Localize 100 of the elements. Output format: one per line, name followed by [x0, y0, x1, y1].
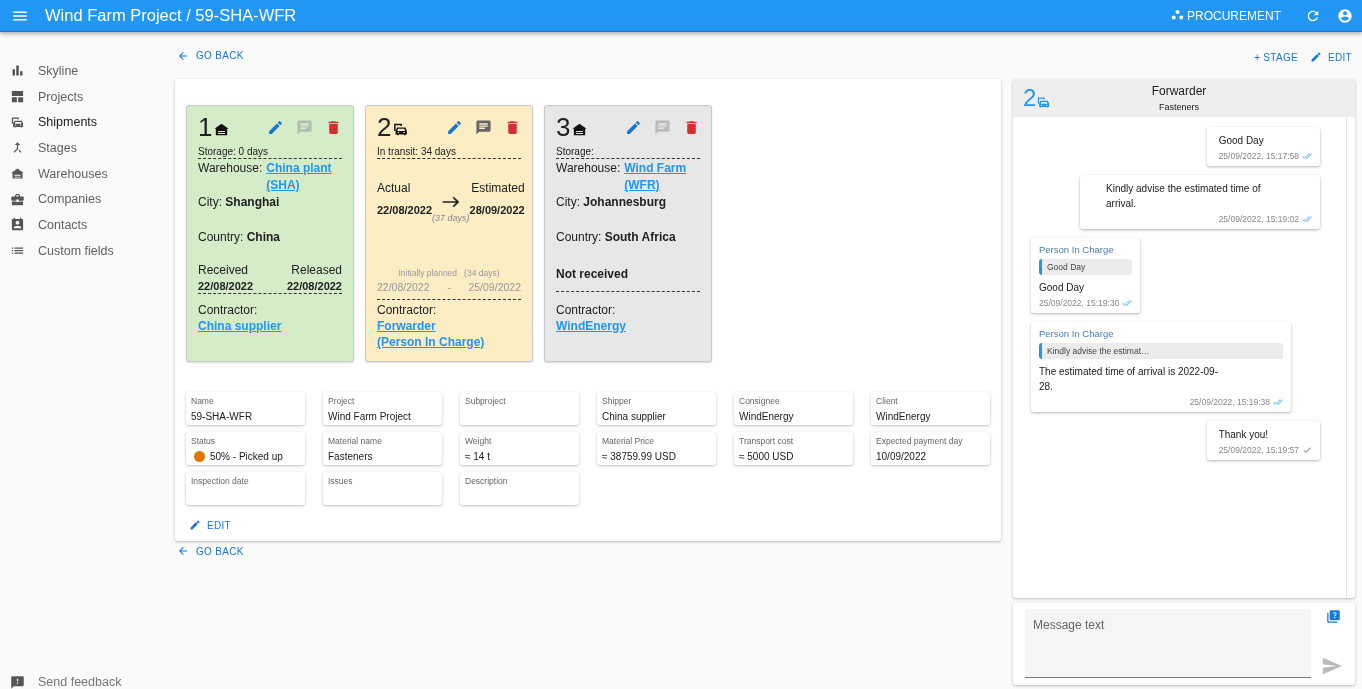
- message-time: 25/09/2022, 15:19:30: [1039, 298, 1120, 308]
- feedback-icon: [10, 674, 25, 689]
- field-value: 10/09/2022: [876, 451, 927, 462]
- contractor-link[interactable]: (Person In Charge): [377, 334, 521, 350]
- comment-icon: [296, 118, 313, 136]
- contractor-link[interactable]: Forwarder: [377, 318, 521, 334]
- sidebar-item[interactable]: Projects: [0, 83, 175, 110]
- contractor-link[interactable]: China supplier: [198, 318, 342, 334]
- edit-button[interactable]: EDIT: [186, 515, 234, 535]
- warehouse-link[interactable]: Wind Farm (WFR): [624, 160, 700, 194]
- estimated-date: 28/09/2022: [469, 204, 525, 216]
- go-back-link[interactable]: GO BACK: [177, 545, 244, 557]
- stage-detail: Country: China: [198, 229, 282, 246]
- field-label: Client: [876, 396, 899, 406]
- warehouse-label: Warehouse:: [556, 160, 621, 177]
- contractor-label: Contractor:: [198, 302, 259, 318]
- edit-button[interactable]: EDIT: [1307, 47, 1355, 67]
- double-check-icon: [1302, 214, 1312, 224]
- contractor-label: Contractor:: [377, 302, 438, 318]
- estimated-label: Estimated: [470, 181, 525, 195]
- stage-number: 1: [198, 114, 213, 140]
- quoted-message: Kindly advise the estimat…: [1039, 343, 1283, 359]
- contractor-link[interactable]: WindEnergy: [556, 318, 700, 334]
- stage-duration: Storage: 0 days: [198, 146, 342, 159]
- field-label: Subproject: [465, 396, 507, 406]
- actual-date: 22/08/2022: [377, 204, 433, 216]
- field-value: ≈ 5000 USD: [739, 451, 794, 462]
- field-label: Material Price: [602, 436, 655, 446]
- add-stage-button[interactable]: + STAGE: [1251, 47, 1301, 67]
- back-arrow-icon: [177, 545, 189, 557]
- sidebar-item[interactable]: Shipments: [0, 109, 175, 136]
- stage-duration: In transit: 34 days: [377, 146, 521, 159]
- sidebar-item[interactable]: Custom fields: [0, 237, 175, 264]
- house-icon: [10, 166, 25, 182]
- briefcase-icon: [10, 191, 25, 207]
- message-text: Good Day: [1218, 134, 1265, 148]
- message-time: 25/09/2022, 15:19:38: [1189, 397, 1270, 407]
- double-check-icon: [1122, 298, 1133, 308]
- field-label: Shipper: [602, 396, 633, 406]
- warehouse-label: Warehouse:: [198, 160, 263, 177]
- stage-duration: Storage:: [556, 146, 700, 159]
- sidebar-item[interactable]: Warehouses: [0, 160, 175, 187]
- help-icon: [1325, 609, 1341, 624]
- field-label: Material name: [328, 436, 383, 446]
- message-text: The estimated time of arrival is 2022-09-28.: [1039, 365, 1219, 394]
- sender-name: Person In Charge: [1039, 328, 1115, 339]
- pencil-icon: [1310, 51, 1322, 63]
- page-title: Wind Farm Project / 59-SHA-WFR: [45, 6, 297, 25]
- comments-button[interactable]: [475, 118, 492, 136]
- pencil-icon: [625, 118, 642, 136]
- received-label: Received: [198, 263, 250, 277]
- go-back-link[interactable]: GO BACK: [177, 49, 244, 62]
- planned-start-date: 22/08/2022: [377, 281, 430, 293]
- module-button[interactable]: PROCUREMENT: [1166, 4, 1285, 27]
- field-label: Weight: [465, 436, 493, 446]
- sender-name: Person In Charge: [1039, 244, 1115, 255]
- released-label: Released: [290, 263, 342, 277]
- field-value: 50% - Picked up: [210, 451, 283, 462]
- sidebar-item[interactable]: Contacts: [0, 212, 175, 238]
- bar-chart-icon: [10, 63, 25, 79]
- planned-label: Initially planned: [398, 268, 458, 278]
- comment-icon: [654, 118, 671, 136]
- double-check-icon: [1302, 151, 1312, 161]
- contact-card-icon: [10, 217, 25, 233]
- field-label: Status: [191, 436, 217, 446]
- sidebar-item[interactable]: Skyline: [0, 58, 175, 84]
- account-icon: [1337, 7, 1353, 24]
- double-check-icon: [1273, 397, 1283, 407]
- field-value: Fasteners: [328, 451, 373, 462]
- field-value: Wind Farm Project: [328, 411, 411, 422]
- field-label: Transport cost: [739, 436, 794, 446]
- received-date: 22/08/2022: [198, 280, 255, 292]
- feedback-link[interactable]: Send feedback: [0, 675, 175, 689]
- message-text: Good Day: [1039, 281, 1086, 295]
- quoted-message: Good Day: [1039, 259, 1133, 275]
- sidebar-item[interactable]: Stages: [0, 135, 175, 161]
- pencil-icon: [267, 118, 284, 136]
- stage-number: 3: [556, 114, 571, 140]
- field-value: 59-SHA-WFR: [191, 411, 253, 422]
- edit-button[interactable]: [446, 118, 463, 136]
- released-date: 22/08/2022: [286, 280, 342, 292]
- edit-button[interactable]: [625, 118, 642, 136]
- stage-detail: Country: South Africa: [556, 229, 677, 246]
- pencil-icon: [446, 118, 463, 136]
- message-field[interactable]: Message text: [1025, 609, 1311, 678]
- comment-icon: [475, 118, 492, 136]
- transit-days: (37 days): [432, 213, 470, 223]
- field-label: Inspection date: [191, 476, 250, 486]
- date-separator: -: [447, 281, 451, 293]
- car-icon: [1036, 95, 1052, 110]
- warehouse-link[interactable]: China plant (SHA): [266, 160, 342, 194]
- receipt-status: Not received: [556, 263, 700, 292]
- message-time: 25/09/2022, 15:19:57: [1218, 445, 1299, 455]
- contractor-label: Contractor:: [556, 302, 617, 318]
- edit-button[interactable]: [267, 118, 284, 136]
- message-time: 25/09/2022, 15:17:58: [1218, 151, 1299, 161]
- actual-label: Actual: [377, 181, 412, 195]
- sidebar-item[interactable]: Companies: [0, 186, 175, 213]
- send-icon: [1321, 655, 1343, 677]
- field-value: ≈ 14 t: [465, 451, 490, 462]
